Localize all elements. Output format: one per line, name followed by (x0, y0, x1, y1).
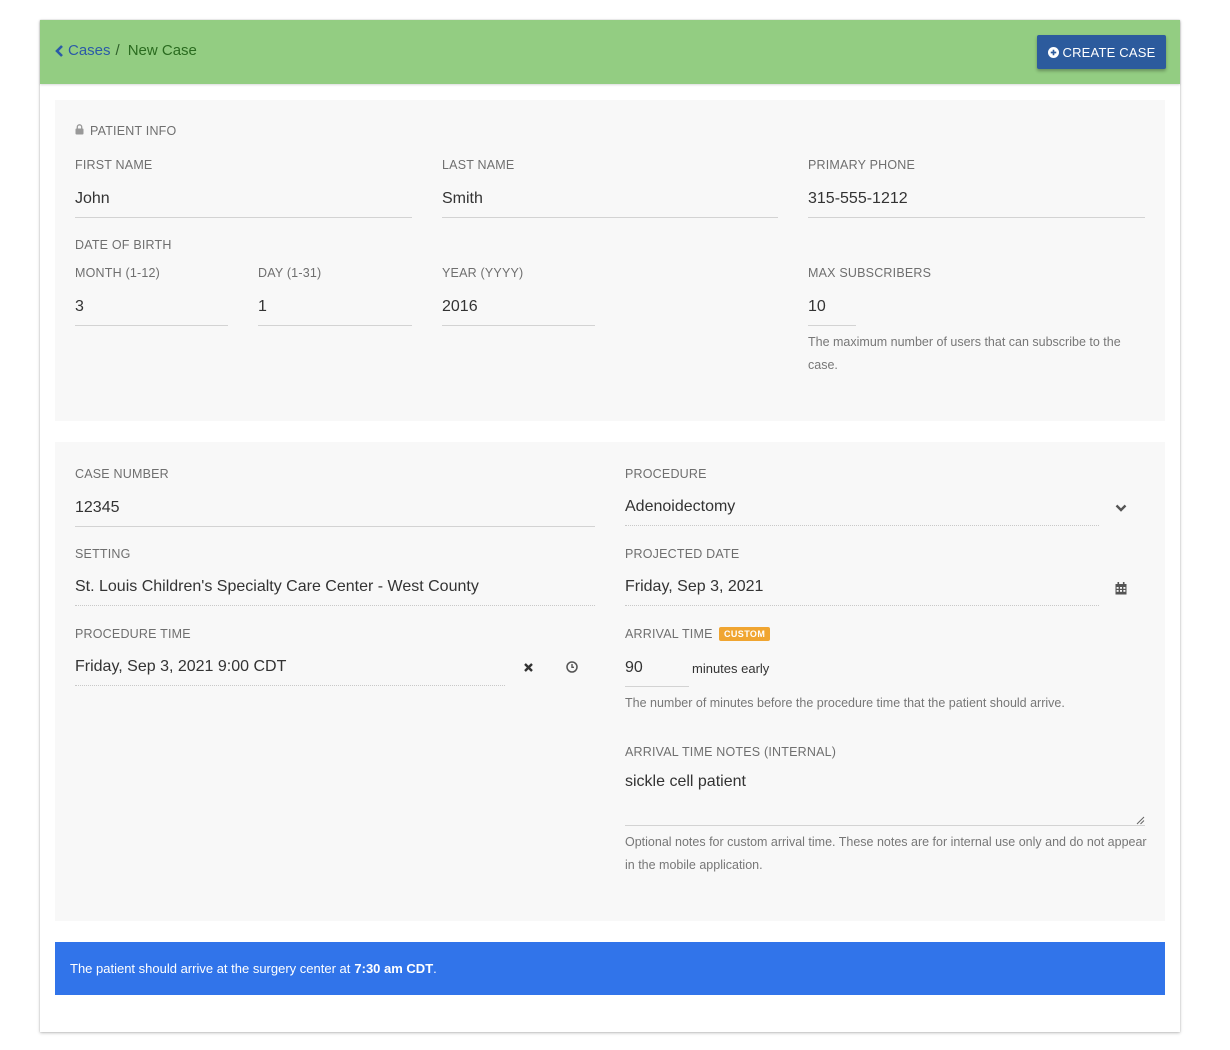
patient-info-title: PATIENT INFO (90, 124, 177, 138)
procedure-time-input[interactable]: Friday, Sep 3, 2021 9:00 CDT (75, 658, 286, 676)
create-case-button[interactable]: CREATE CASE (1037, 35, 1166, 69)
chevron-left-icon (55, 44, 63, 57)
month-input[interactable]: 3 (75, 298, 84, 316)
year-input[interactable]: 2016 (442, 298, 478, 316)
alert-end: . (433, 961, 437, 976)
arrival-notes-underline (625, 825, 1145, 826)
header-bar: Cases / New Case CREATE CASE (40, 20, 1180, 84)
setting-underline (75, 605, 595, 606)
projected-date-input[interactable]: Friday, Sep 3, 2021 (625, 578, 763, 596)
case-info-section: CASE NUMBER 12345 PROCEDURE Adenoidectom… (55, 442, 1165, 921)
arrival-time-help: The number of minutes before the procedu… (625, 696, 1065, 710)
first-name-input[interactable]: John (75, 190, 110, 208)
calendar-icon[interactable] (1115, 582, 1127, 595)
setting-label: SETTING (75, 547, 131, 561)
procedure-select[interactable]: Adenoidectomy (625, 498, 735, 516)
lock-icon (75, 124, 84, 135)
last-name-label: LAST NAME (442, 158, 515, 172)
projected-date-underline (625, 605, 1099, 606)
breadcrumb-parent-label: Cases (68, 42, 111, 59)
max-subscribers-help: The maximum number of users that can sub… (808, 335, 1121, 372)
clear-icon[interactable] (523, 662, 534, 673)
breadcrumb: Cases / New Case (54, 42, 197, 59)
max-subscribers-label: MAX SUBSCRIBERS (808, 266, 932, 280)
alert-text: The patient should arrive at the surgery… (70, 961, 351, 976)
minutes-early-label: minutes early (692, 661, 770, 676)
date-of-birth-label: DATE OF BIRTH (75, 238, 172, 252)
arrival-notes-help: Optional notes for custom arrival time. … (625, 835, 1147, 872)
year-underline (442, 325, 595, 326)
primary-phone-input[interactable]: 315-555-1212 (808, 190, 908, 208)
arrival-minutes-underline (625, 686, 689, 687)
projected-date-label: PROJECTED DATE (625, 547, 740, 561)
first-name-label: FIRST NAME (75, 158, 153, 172)
case-number-underline (75, 526, 595, 527)
breadcrumb-separator: / (115, 42, 120, 59)
month-underline (75, 325, 228, 326)
patient-info-section: PATIENT INFO FIRST NAME John LAST NAME S… (55, 100, 1165, 421)
breadcrumb-cases-link[interactable]: Cases (54, 42, 111, 59)
first-name-underline (75, 217, 412, 218)
primary-phone-underline (808, 217, 1145, 218)
clock-icon[interactable] (566, 661, 578, 673)
chevron-down-icon[interactable] (1115, 503, 1127, 513)
procedure-underline (625, 525, 1099, 526)
breadcrumb-current: New Case (127, 42, 197, 59)
day-label: DAY (1-31) (258, 266, 322, 280)
last-name-underline (442, 217, 778, 218)
alert-arrival-time: 7:30 am CDT (354, 961, 434, 976)
case-number-label: CASE NUMBER (75, 467, 169, 481)
primary-phone-label: PRIMARY PHONE (808, 158, 916, 172)
custom-badge: CUSTOM (719, 627, 771, 641)
max-subscribers-input[interactable]: 10 (808, 298, 826, 316)
procedure-time-label: PROCEDURE TIME (75, 627, 191, 641)
arrival-time-label: ARRIVAL TIME (625, 627, 713, 641)
create-case-label: CREATE CASE (1062, 44, 1156, 60)
arrival-minutes-input[interactable]: 90 (625, 659, 643, 677)
resize-handle-icon[interactable] (1136, 816, 1145, 825)
procedure-time-underline (75, 685, 505, 686)
month-label: MONTH (1-12) (75, 266, 161, 280)
year-label: YEAR (YYYY) (442, 266, 524, 280)
case-form-card: Cases / New Case CREATE CASE PATIENT INF… (40, 20, 1180, 1032)
procedure-label: PROCEDURE (625, 467, 707, 481)
setting-select[interactable]: St. Louis Children's Specialty Care Cent… (75, 578, 479, 596)
last-name-input[interactable]: Smith (442, 190, 483, 208)
plus-circle-icon (1047, 46, 1059, 58)
day-underline (258, 325, 412, 326)
day-input[interactable]: 1 (258, 298, 267, 316)
max-subscribers-underline (808, 325, 856, 326)
case-number-input[interactable]: 12345 (75, 499, 120, 517)
arrival-notes-textarea[interactable]: sickle cell patient (625, 773, 746, 791)
arrival-notes-label: ARRIVAL TIME NOTES (INTERNAL) (625, 745, 837, 759)
arrival-alert: The patient should arrive at the surgery… (55, 942, 1165, 995)
